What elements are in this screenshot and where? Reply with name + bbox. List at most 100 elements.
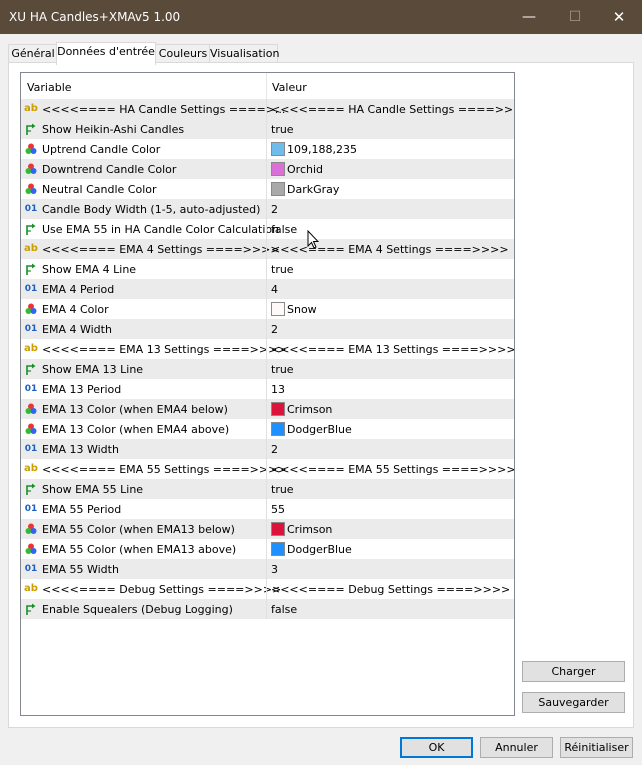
value-cell[interactable]: Snow xyxy=(267,299,514,319)
table-row[interactable]: Show Heikin-Ashi Candles true xyxy=(21,119,514,139)
table-row[interactable]: 01 EMA 55 Period 55 xyxy=(21,499,514,519)
table-row[interactable]: EMA 13 Color (when EMA4 below) Crimson xyxy=(21,399,514,419)
variable-cell[interactable]: Downtrend Candle Color xyxy=(21,159,266,179)
value-cell[interactable]: Crimson xyxy=(267,519,514,539)
table-row[interactable]: 01 EMA 13 Width 2 xyxy=(21,439,514,459)
table-row[interactable]: 01 EMA 55 Width 3 xyxy=(21,559,514,579)
value-cell[interactable]: true xyxy=(267,479,514,499)
column-header-value[interactable]: Valeur xyxy=(272,81,307,94)
table-row[interactable]: EMA 55 Color (when EMA13 above) DodgerBlu… xyxy=(21,539,514,559)
tab-visualisation[interactable]: Visualisation xyxy=(209,44,279,64)
value-cell[interactable]: 2 xyxy=(267,199,514,219)
value-cell[interactable]: <<<<==== Debug Settings ====>>>> xyxy=(267,579,514,599)
value-cell[interactable]: 55 xyxy=(267,499,514,519)
variable-cell[interactable]: ab <<<<==== EMA 13 Settings ====>>>> xyxy=(21,339,287,359)
value-cell[interactable]: DarkGray xyxy=(267,179,514,199)
variable-cell[interactable]: 01 EMA 55 Period xyxy=(21,499,266,519)
variable-cell[interactable]: EMA 13 Color (when EMA4 below) xyxy=(21,399,266,419)
table-row[interactable]: Show EMA 13 Line true xyxy=(21,359,514,379)
parameters-grid[interactable]: Variable Valeur ab <<<<==== HA Candle Set… xyxy=(20,72,515,716)
title-bar[interactable]: XU HA Candles+XMAv5 1.00 — ☐ ✕ xyxy=(0,0,642,34)
value-cell[interactable]: <<<<==== HA Candle Settings ====>>>> xyxy=(267,99,514,119)
tab-general[interactable]: Général xyxy=(8,44,58,64)
color-swatch[interactable] xyxy=(271,182,285,196)
close-icon[interactable]: ✕ xyxy=(596,0,642,34)
variable-cell[interactable]: EMA 55 Color (when EMA13 above) xyxy=(21,539,266,559)
column-divider[interactable] xyxy=(266,73,267,99)
reset-button[interactable]: Réinitialiser xyxy=(560,737,633,758)
table-row[interactable]: Uptrend Candle Color 109,188,235 xyxy=(21,139,514,159)
table-row[interactable]: 01 EMA 4 Width 2 xyxy=(21,319,514,339)
variable-cell[interactable]: ab <<<<==== Debug Settings ====>>>> xyxy=(21,579,281,599)
table-row[interactable]: EMA 55 Color (when EMA13 below) Crimson xyxy=(21,519,514,539)
value-cell[interactable]: Orchid xyxy=(267,159,514,179)
save-button[interactable]: Sauvegarder xyxy=(522,692,625,713)
variable-cell[interactable]: 01 EMA 13 Period xyxy=(21,379,266,399)
variable-cell[interactable]: 01 EMA 4 Width xyxy=(21,319,266,339)
value-cell[interactable]: DodgerBlue xyxy=(267,539,514,559)
color-swatch[interactable] xyxy=(271,542,285,556)
variable-cell[interactable]: Uptrend Candle Color xyxy=(21,139,266,159)
table-row[interactable]: Neutral Candle Color DarkGray xyxy=(21,179,514,199)
value-cell[interactable]: true xyxy=(267,259,514,279)
variable-cell[interactable]: Use EMA 55 in HA Candle Color Calculatio… xyxy=(21,219,279,239)
tab-input-data[interactable]: Données d'entrée xyxy=(56,42,156,65)
variable-cell[interactable]: EMA 55 Color (when EMA13 below) xyxy=(21,519,266,539)
variable-cell[interactable]: Enable Squealers (Debug Logging) xyxy=(21,599,266,619)
variable-cell[interactable]: 01 EMA 55 Width xyxy=(21,559,266,579)
value-cell[interactable]: true xyxy=(267,119,514,139)
variable-cell[interactable]: ab <<<<==== EMA 4 Settings ====>>>> xyxy=(21,239,280,259)
variable-cell[interactable]: 01 Candle Body Width (1-5, auto-adjusted) xyxy=(21,199,266,219)
table-row[interactable]: Downtrend Candle Color Orchid xyxy=(21,159,514,179)
color-swatch[interactable] xyxy=(271,162,285,176)
value-cell[interactable]: false xyxy=(267,599,514,619)
variable-cell[interactable]: Show EMA 55 Line xyxy=(21,479,266,499)
table-row[interactable]: ab <<<<==== EMA 55 Settings ====>>>> <<<<=… xyxy=(21,459,514,479)
table-row[interactable]: ab <<<<==== Debug Settings ====>>>> <<<<==… xyxy=(21,579,514,599)
value-cell[interactable]: 13 xyxy=(267,379,514,399)
cancel-button[interactable]: Annuler xyxy=(480,737,553,758)
table-row[interactable]: EMA 4 Color Snow xyxy=(21,299,514,319)
tab-colors[interactable]: Couleurs xyxy=(155,44,211,64)
table-row[interactable]: 01 Candle Body Width (1-5, auto-adjusted)… xyxy=(21,199,514,219)
variable-cell[interactable]: ab <<<<==== EMA 55 Settings ====>>>> xyxy=(21,459,287,479)
table-row[interactable]: Show EMA 4 Line true xyxy=(21,259,514,279)
value-cell[interactable]: true xyxy=(267,359,514,379)
value-cell[interactable]: 2 xyxy=(267,439,514,459)
variable-cell[interactable]: Neutral Candle Color xyxy=(21,179,266,199)
table-row[interactable]: EMA 13 Color (when EMA4 above) DodgerBlue xyxy=(21,419,514,439)
value-cell[interactable]: 4 xyxy=(267,279,514,299)
color-swatch[interactable] xyxy=(271,522,285,536)
variable-cell[interactable]: 01 EMA 4 Period xyxy=(21,279,266,299)
value-cell[interactable]: DodgerBlue xyxy=(267,419,514,439)
table-row[interactable]: Enable Squealers (Debug Logging) false xyxy=(21,599,514,619)
color-swatch[interactable] xyxy=(271,302,285,316)
minimize-icon[interactable]: — xyxy=(506,0,552,34)
table-row[interactable]: Use EMA 55 in HA Candle Color Calculatio… xyxy=(21,219,514,239)
value-cell[interactable]: <<<<==== EMA 55 Settings ====>>>> xyxy=(267,459,514,479)
variable-cell[interactable]: 01 EMA 13 Width xyxy=(21,439,266,459)
variable-cell[interactable]: Show EMA 13 Line xyxy=(21,359,266,379)
table-row[interactable]: 01 EMA 4 Period 4 xyxy=(21,279,514,299)
color-swatch[interactable] xyxy=(271,422,285,436)
variable-cell[interactable]: ab <<<<==== HA Candle Settings ====>... xyxy=(21,99,285,119)
value-cell[interactable]: 3 xyxy=(267,559,514,579)
table-row[interactable]: Show EMA 55 Line true xyxy=(21,479,514,499)
value-cell[interactable]: Crimson xyxy=(267,399,514,419)
color-swatch[interactable] xyxy=(271,142,285,156)
load-button[interactable]: Charger xyxy=(522,661,625,682)
variable-cell[interactable]: Show Heikin-Ashi Candles xyxy=(21,119,266,139)
table-row[interactable]: ab <<<<==== EMA 4 Settings ====>>>> <<<<==… xyxy=(21,239,514,259)
value-cell[interactable]: 109,188,235 xyxy=(267,139,514,159)
variable-cell[interactable]: Show EMA 4 Line xyxy=(21,259,266,279)
ok-button[interactable]: OK xyxy=(400,737,473,758)
value-cell[interactable]: <<<<==== EMA 4 Settings ====>>>> xyxy=(267,239,514,259)
column-header-variable[interactable]: Variable xyxy=(27,81,72,94)
value-cell[interactable]: false xyxy=(267,219,514,239)
variable-cell[interactable]: EMA 13 Color (when EMA4 above) xyxy=(21,419,266,439)
value-cell[interactable]: 2 xyxy=(267,319,514,339)
color-swatch[interactable] xyxy=(271,402,285,416)
variable-cell[interactable]: EMA 4 Color xyxy=(21,299,266,319)
table-row[interactable]: ab <<<<==== EMA 13 Settings ====>>>> <<<<=… xyxy=(21,339,514,359)
table-row[interactable]: 01 EMA 13 Period 13 xyxy=(21,379,514,399)
